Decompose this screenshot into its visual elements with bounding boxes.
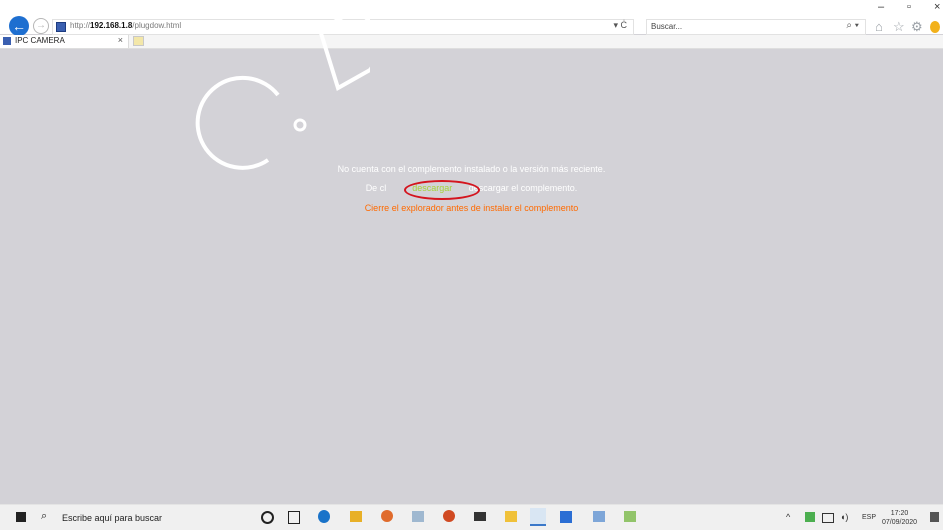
clock[interactable]: 17:20 07/09/2020: [882, 509, 917, 527]
cortana-icon[interactable]: [261, 511, 274, 524]
tab-label: IPC CAMERA: [15, 36, 65, 45]
network-icon[interactable]: [822, 513, 834, 523]
refresh-icon[interactable]: ▾ Ċ: [613, 20, 627, 31]
browser-titlebar: ← → http://192.168.1.8/plugdow.html ▾ Ċ …: [0, 0, 943, 36]
taskbar-search-icon: ⌕: [41, 510, 48, 522]
firefox-icon[interactable]: [443, 510, 455, 522]
plugin-missing-message: No cuenta con el complemento instalado o…: [337, 164, 606, 174]
favorites-star-icon[interactable]: ☆: [893, 19, 905, 35]
back-arrow-icon: ←: [12, 18, 26, 34]
close-browser-warning: Cierre el explorador antes de instalar e…: [364, 203, 579, 213]
search-box[interactable]: Buscar... ⌕ ▾: [646, 19, 866, 35]
chrome-icon[interactable]: [381, 510, 393, 522]
forward-button[interactable]: →: [33, 18, 49, 34]
start-windows-icon[interactable]: [16, 512, 26, 522]
tab-favicon-icon: [3, 37, 11, 45]
language-indicator[interactable]: ESP: [862, 514, 876, 521]
notifications-icon[interactable]: [930, 512, 939, 522]
app-icon-13[interactable]: [624, 511, 636, 522]
edge-icon[interactable]: [318, 510, 330, 523]
tab-close-icon[interactable]: ×: [118, 35, 123, 45]
file-explorer-icon[interactable]: [350, 511, 362, 522]
app-icon-11[interactable]: [560, 511, 572, 523]
page-content: No cuenta con el complemento instalado o…: [0, 49, 943, 504]
tray-app-icon[interactable]: [805, 512, 815, 522]
app-icon-9[interactable]: [505, 511, 517, 522]
home-icon[interactable]: ⌂: [875, 19, 883, 34]
search-input[interactable]: Buscar...: [651, 22, 682, 31]
windows-taskbar: ⌕ Escribe aquí para buscar ^ ◖) ESP 17:2…: [0, 504, 943, 530]
tab-bar: IPC CAMERA ×: [0, 35, 943, 49]
app-icon-8[interactable]: [474, 512, 486, 521]
search-icon[interactable]: ⌕ ▾: [846, 20, 859, 31]
app-icon-6[interactable]: [412, 511, 424, 522]
app-icon-12[interactable]: [593, 511, 605, 522]
feedback-smiley-icon[interactable]: [930, 21, 940, 33]
url-text: http://192.168.1.8/plugdow.html: [70, 21, 182, 30]
red-highlight-circle: [404, 180, 480, 200]
volume-icon[interactable]: ◖): [840, 512, 848, 522]
close-button[interactable]: ×: [934, 1, 940, 13]
taskbar-search-input[interactable]: Escribe aquí para buscar: [62, 513, 162, 523]
back-button[interactable]: ←: [9, 16, 29, 36]
forward-arrow-icon: →: [36, 20, 46, 31]
minimize-button[interactable]: –: [878, 1, 884, 13]
tab-ipc-camera[interactable]: IPC CAMERA ×: [0, 35, 129, 48]
internet-explorer-icon[interactable]: [530, 508, 546, 526]
task-view-icon[interactable]: [288, 511, 300, 524]
settings-gear-icon[interactable]: ⚙: [911, 19, 923, 35]
watermark-letters: [195, 7, 370, 170]
new-tab-button[interactable]: [133, 36, 144, 46]
tray-chevron-icon[interactable]: ^: [786, 512, 790, 522]
maximize-button[interactable]: ▫: [907, 1, 911, 13]
site-favicon-icon: [56, 22, 66, 32]
